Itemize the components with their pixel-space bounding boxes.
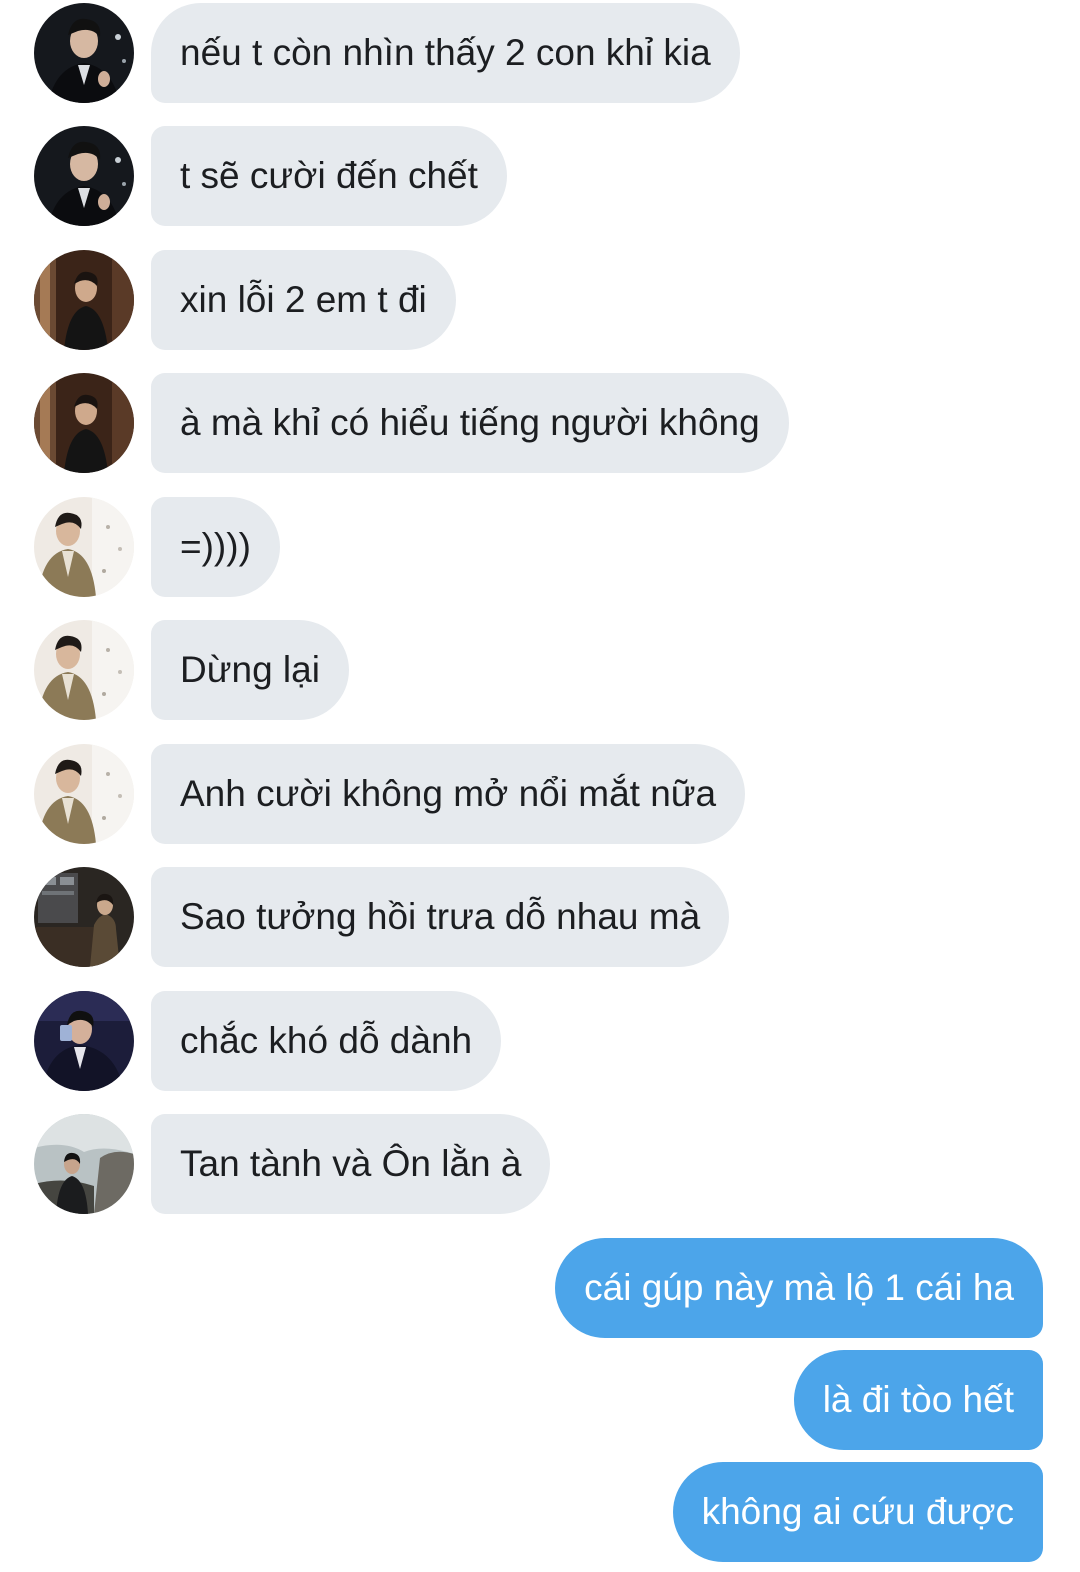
message-row: Dừng lại: [0, 620, 1080, 720]
avatar-tweed-jacket-icon[interactable]: [34, 744, 134, 844]
message-row: t sẽ cười đến chết: [0, 126, 1080, 226]
avatar-brown-room-icon[interactable]: [34, 373, 134, 473]
message-row: xin lỗi 2 em t đi: [0, 250, 1080, 350]
avatar-dark-suit-icon[interactable]: [34, 126, 134, 226]
message-bubble[interactable]: Dừng lại: [151, 620, 349, 720]
avatar-dark-suit-icon[interactable]: [34, 3, 134, 103]
message-row: Tan tành và Ôn lằn à: [0, 1114, 1080, 1214]
avatar-brown-room-icon[interactable]: [34, 250, 134, 350]
avatar-tweed-jacket-icon[interactable]: [34, 620, 134, 720]
avatar-navy-drink-icon[interactable]: [34, 991, 134, 1091]
avatar-rocky-outdoor-icon[interactable]: [34, 1114, 134, 1214]
message-row: chắc khó dỗ dành: [0, 991, 1080, 1091]
message-row: là đi tòo hết: [0, 1350, 1080, 1450]
message-bubble[interactable]: chắc khó dỗ dành: [151, 991, 502, 1091]
message-bubble[interactable]: =)))): [151, 497, 280, 597]
message-row: =)))): [0, 497, 1080, 597]
chat-thread: nếu t còn nhìn thấy 2 con khỉ kia t sẽ c…: [0, 0, 1080, 1572]
message-bubble[interactable]: xin lỗi 2 em t đi: [151, 250, 456, 350]
message-bubble[interactable]: cái gúp này mà lộ 1 cái ha: [555, 1238, 1043, 1338]
message-row: cái gúp này mà lộ 1 cái ha: [0, 1238, 1080, 1338]
message-bubble[interactable]: Tan tành và Ôn lằn à: [151, 1114, 551, 1214]
message-row: à mà khỉ có hiểu tiếng người không: [0, 373, 1080, 473]
message-bubble[interactable]: Anh cười không mở nổi mắt nữa: [151, 744, 746, 844]
message-bubble[interactable]: t sẽ cười đến chết: [151, 126, 507, 226]
message-bubble[interactable]: nếu t còn nhìn thấy 2 con khỉ kia: [151, 3, 740, 103]
message-bubble[interactable]: là đi tòo hết: [793, 1350, 1043, 1450]
message-row: nếu t còn nhìn thấy 2 con khỉ kia: [0, 3, 1080, 103]
message-row: Sao tưởng hồi trưa dỗ nhau mà: [0, 867, 1080, 967]
message-row: không ai cứu được: [0, 1462, 1080, 1562]
message-row: Anh cười không mở nổi mắt nữa: [0, 744, 1080, 844]
message-bubble[interactable]: Sao tưởng hồi trưa dỗ nhau mà: [151, 867, 730, 967]
avatar-tweed-jacket-icon[interactable]: [34, 497, 134, 597]
message-bubble[interactable]: không ai cứu được: [672, 1462, 1043, 1562]
message-bubble[interactable]: à mà khỉ có hiểu tiếng người không: [151, 373, 789, 473]
avatar-shop-interior-icon[interactable]: [34, 867, 134, 967]
